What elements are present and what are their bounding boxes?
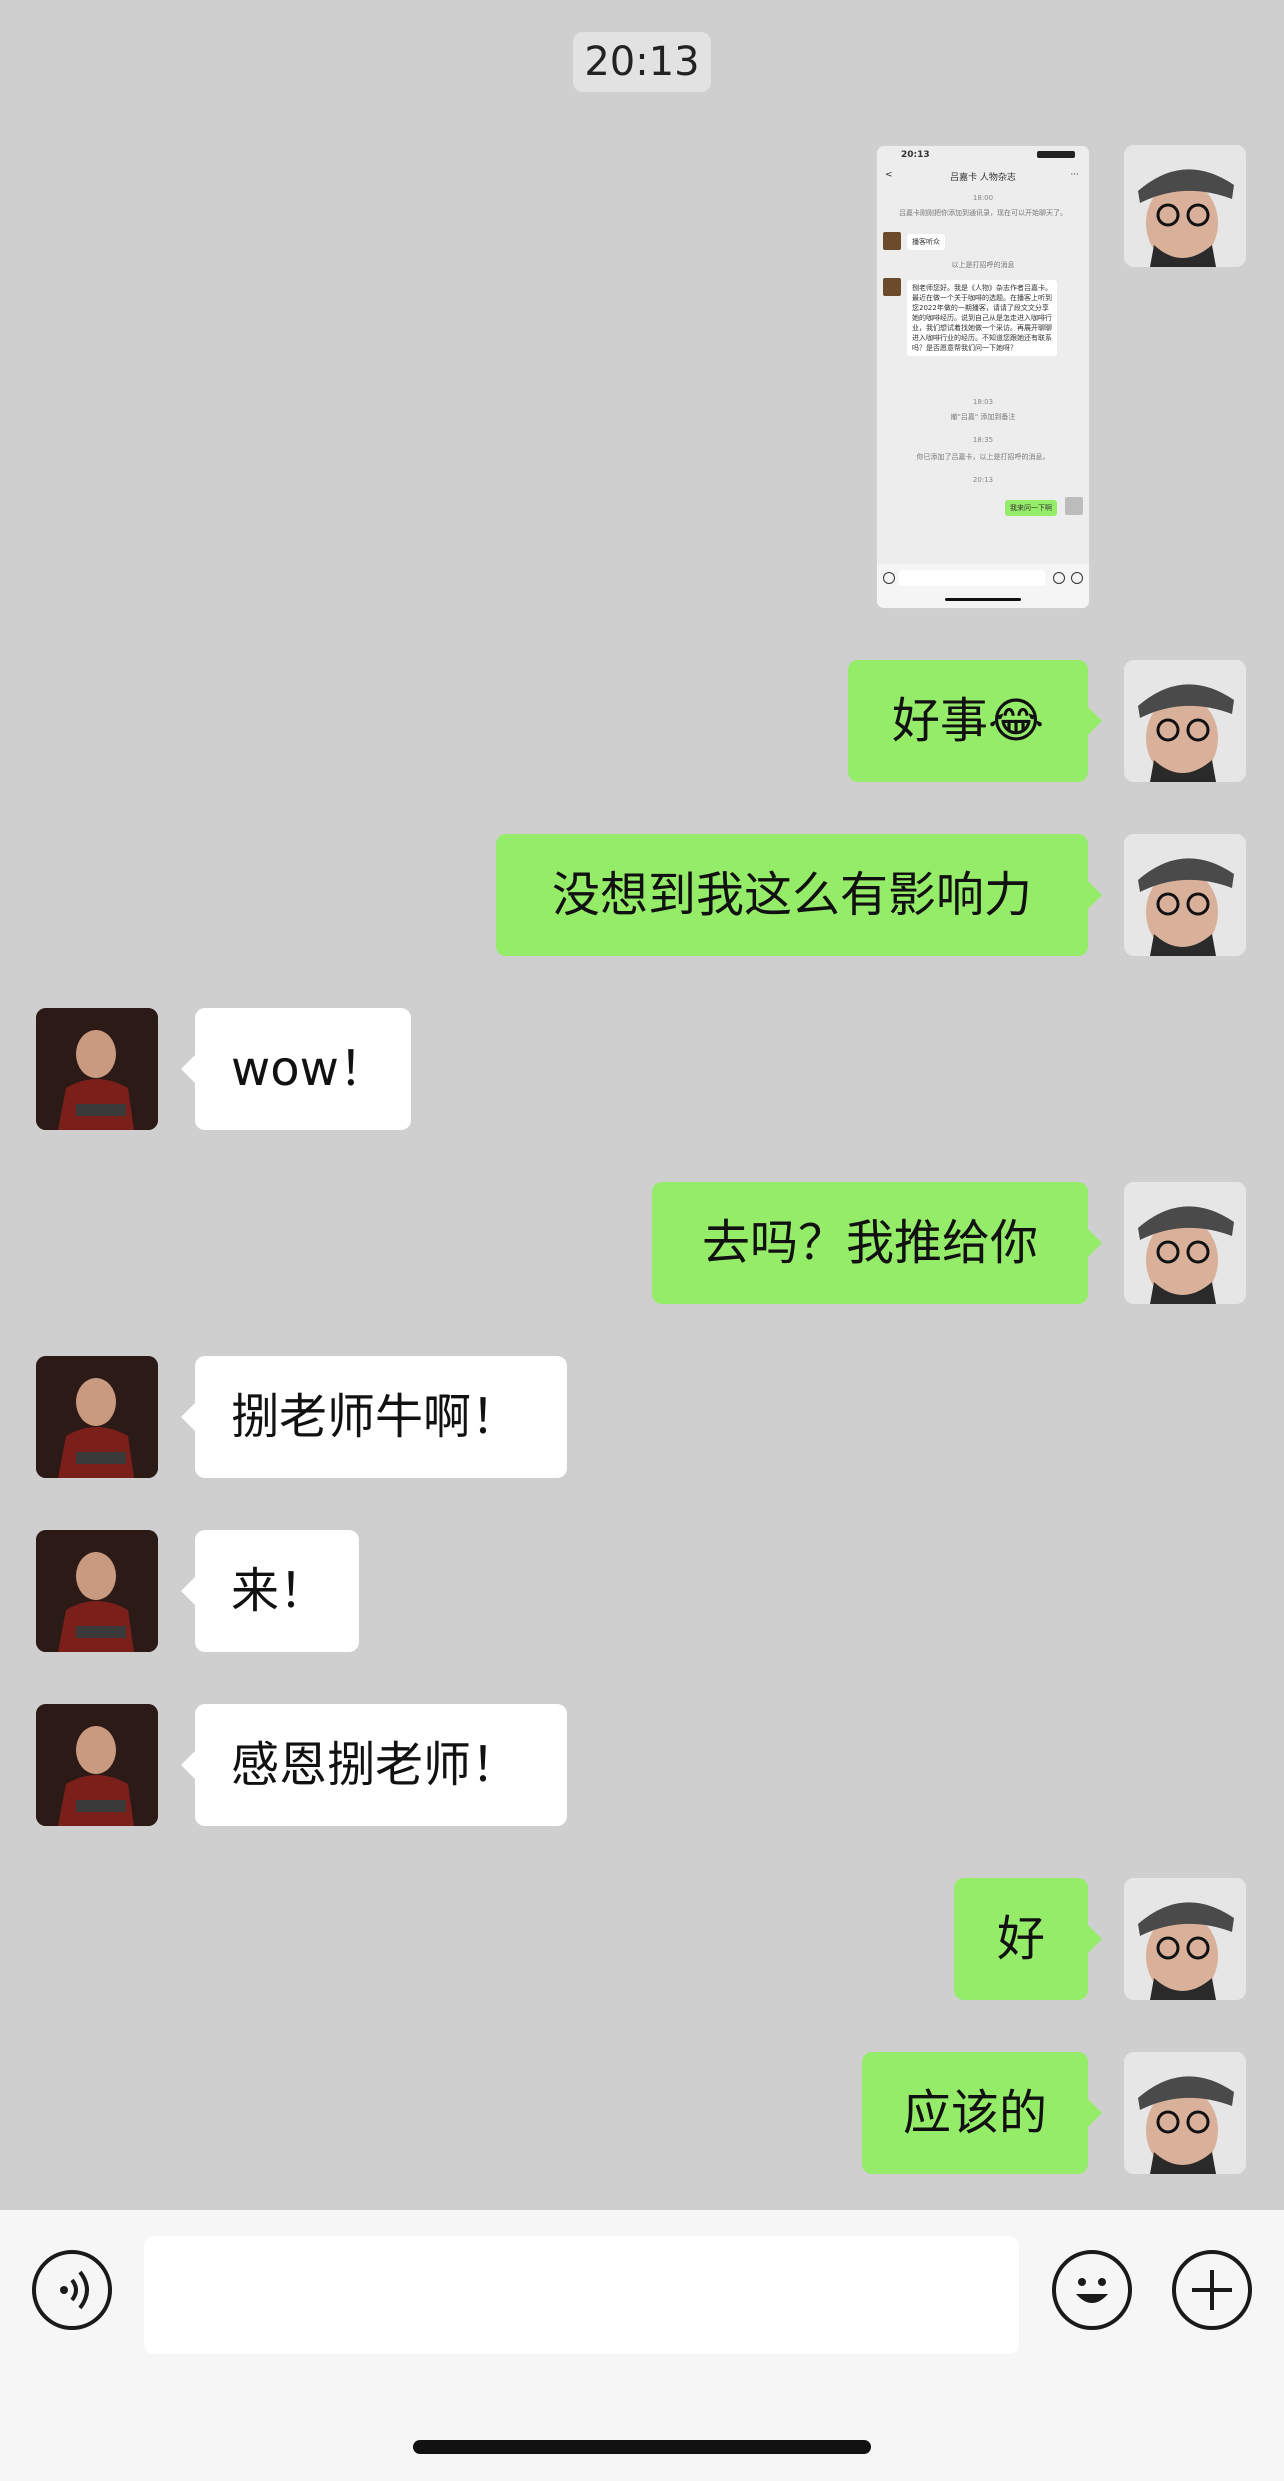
person-avatar-icon [36, 1530, 158, 1652]
message-bubble-outgoing[interactable]: 应该的 [862, 2052, 1102, 2174]
thumb-avatar [883, 232, 901, 250]
message-bubble-outgoing[interactable]: 去吗？我推给你 [652, 1182, 1102, 1304]
thumb-stamp: 18:00 [972, 194, 994, 202]
thumb-long-message: 捌老师您好。我是《人物》杂志作者吕嘉卡。最近在做一个关于咖啡的选题。在播客上听到… [907, 280, 1057, 356]
contact-avatar[interactable] [36, 1356, 158, 1478]
message-bubble-outgoing[interactable]: 好 [954, 1878, 1102, 2000]
thumb-voice-icon [883, 572, 895, 584]
my-avatar[interactable] [1124, 145, 1246, 267]
plus-button[interactable] [1172, 2250, 1252, 2330]
person-cap-avatar-icon [1124, 145, 1246, 267]
contact-avatar[interactable] [36, 1530, 158, 1652]
contact-avatar[interactable] [36, 1704, 158, 1826]
person-cap-avatar-icon [1124, 2052, 1246, 2174]
emoji-icon [1076, 2278, 1108, 2303]
my-avatar[interactable] [1124, 834, 1246, 956]
thumb-signal-icon [1037, 151, 1075, 158]
thumb-avatar [1065, 497, 1083, 515]
thumb-system-msg: 撤"吕嘉" 添加到备注 [950, 413, 1016, 421]
home-indicator [413, 2440, 871, 2454]
my-avatar[interactable] [1124, 1182, 1246, 1304]
person-avatar-icon [36, 1356, 158, 1478]
thumb-input-bar [877, 564, 1089, 608]
thumb-outgoing-message: 我来问一下啊 [1005, 500, 1057, 516]
message-bubble-incoming[interactable]: 感恩捌老师！ [181, 1704, 567, 1826]
my-avatar[interactable] [1124, 1878, 1246, 2000]
thumb-status-time: 20:13 [901, 150, 930, 160]
person-cap-avatar-icon [1124, 1878, 1246, 2000]
thumb-status-bar: 20:13 [877, 146, 1089, 164]
emoji-button[interactable] [1052, 2250, 1132, 2330]
person-cap-avatar-icon [1124, 1182, 1246, 1304]
my-avatar[interactable] [1124, 660, 1246, 782]
message-input[interactable] [144, 2236, 1019, 2354]
thumb-stamp: 18:35 [972, 436, 994, 444]
thumb-title: 吕嘉卡 人物杂志 [950, 173, 1016, 183]
thumb-system-msg: 以上是打招呼的消息 [951, 261, 1015, 269]
thumb-more-icon: ··· [1070, 170, 1079, 180]
thumb-plus-icon [1071, 572, 1083, 584]
person-avatar-icon [36, 1008, 158, 1130]
thumb-emoji-icon [1053, 572, 1065, 584]
message-bubble-incoming[interactable]: 来！ [181, 1530, 359, 1652]
chat-timestamp: 20:13 [573, 32, 711, 92]
person-cap-avatar-icon [1124, 834, 1246, 956]
thumb-home-indicator [945, 598, 1021, 601]
voice-icon [60, 2270, 89, 2310]
contact-avatar[interactable] [36, 1008, 158, 1130]
message-bubble-incoming[interactable]: 捌老师牛啊！ [181, 1356, 567, 1478]
my-avatar[interactable] [1124, 2052, 1246, 2174]
thumb-system-msg: 吕嘉卡刚刚把你添加到通讯录，现在可以开始聊天了。 [899, 209, 1067, 217]
thumb-system-msg: 你已添加了吕嘉卡，以上是打招呼的消息。 [916, 453, 1050, 461]
person-avatar-icon [36, 1704, 158, 1826]
thumb-input-field [899, 570, 1045, 586]
thumb-message: 播客听众 [907, 234, 945, 250]
image-message-thumbnail[interactable]: 20:13 < 吕嘉卡 人物杂志 ··· 18:00 吕嘉卡刚刚把你添加到通讯录… [876, 145, 1090, 609]
thumb-stamp: 18:03 [972, 398, 994, 406]
message-bubble-incoming[interactable]: wow！ [181, 1008, 411, 1130]
message-bubble-outgoing[interactable]: 没想到我这么有影响力 [496, 834, 1102, 956]
thumb-stamp: 20:13 [972, 476, 994, 484]
message-bubble-outgoing[interactable]: 好事😂 [848, 660, 1102, 782]
plus-icon [1192, 2270, 1232, 2310]
person-cap-avatar-icon [1124, 660, 1246, 782]
voice-button[interactable] [32, 2250, 112, 2330]
thumb-avatar [883, 278, 901, 296]
chat-input-bar [0, 2210, 1284, 2481]
